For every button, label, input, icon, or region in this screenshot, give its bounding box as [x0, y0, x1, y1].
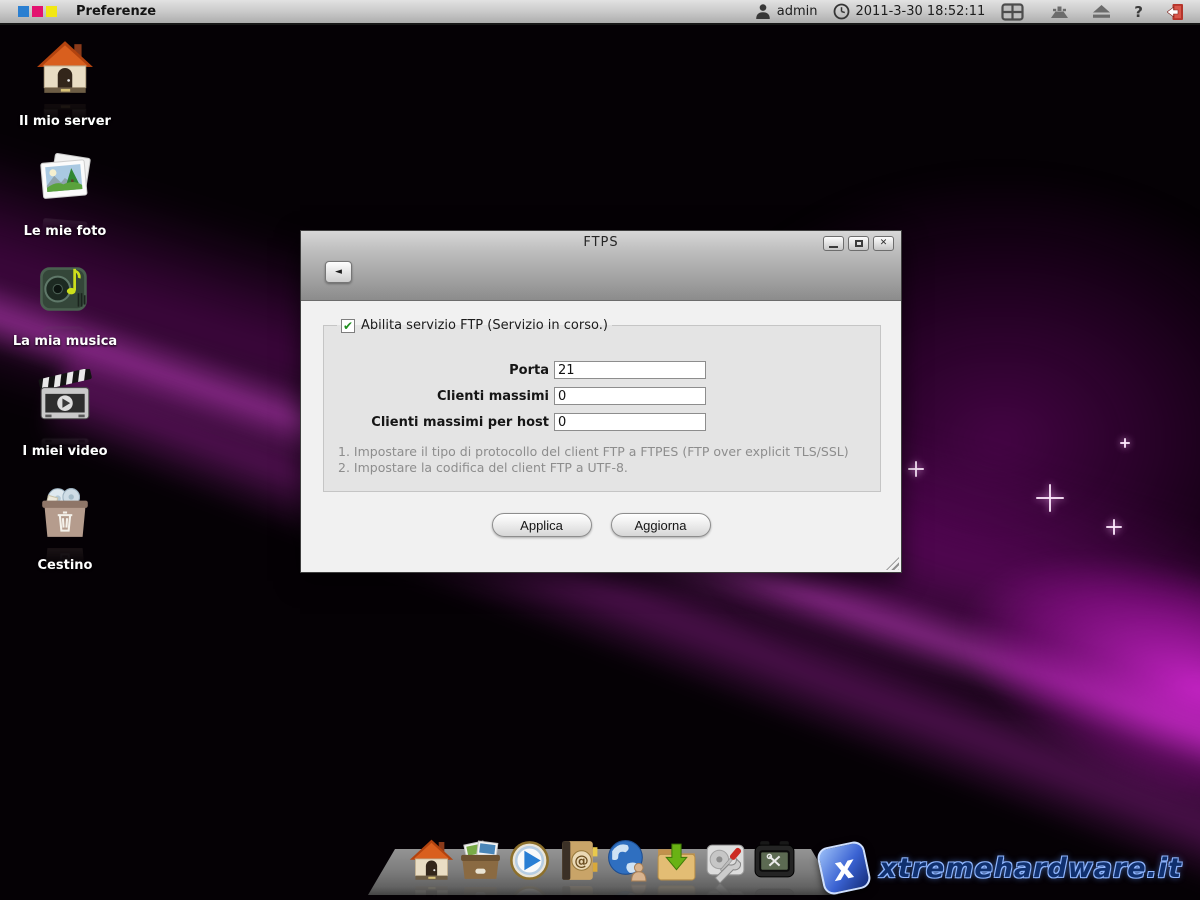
menu-preferenze[interactable]: Preferenze	[76, 4, 156, 19]
ftp-service-group: Abilita servizio FTP (Servizio in corso.…	[323, 318, 881, 492]
menubar: Preferenze admin 2011-3-30 18:52:11	[0, 0, 1200, 25]
dock-photo-box-icon[interactable]	[458, 838, 503, 883]
user-name: admin	[777, 4, 818, 19]
dock-device-console-icon[interactable]	[752, 838, 797, 883]
music-icon	[36, 258, 94, 318]
desktop-icon-foto[interactable]: Le mie foto	[5, 148, 125, 239]
clock-icon	[833, 3, 850, 20]
dock-media-player-icon[interactable]	[507, 838, 552, 883]
user-menu[interactable]: admin	[755, 3, 818, 20]
form-row: Porta	[324, 357, 880, 383]
dock-disk-tools-icon[interactable]	[703, 838, 748, 883]
star-sparkle	[908, 461, 924, 477]
desktop-icon-label: Il mio server	[5, 114, 125, 129]
window-body: Abilita servizio FTP (Servizio in corso.…	[301, 301, 901, 572]
clienti-massimi-host-label: Clienti massimi per host	[324, 415, 554, 430]
xtremehardware-logo-icon: x	[816, 840, 873, 897]
resize-handle[interactable]	[886, 557, 899, 570]
desktop-icon-video[interactable]: I miei video	[5, 368, 125, 459]
enable-ftp-label: Abilita servizio FTP (Servizio in corso.…	[361, 318, 608, 333]
porta-label: Porta	[324, 363, 554, 378]
close-button[interactable]: ✕	[873, 236, 894, 251]
desktop-icon-label: I miei video	[5, 444, 125, 459]
user-icon	[755, 3, 771, 20]
note-ftpes: 1. Impostare il tipo di protocollo del c…	[338, 444, 880, 460]
clienti-massimi-host-input[interactable]	[554, 413, 706, 431]
watermark-text: xtremehardware.it	[879, 853, 1182, 884]
desktop-icon-label: La mia musica	[5, 334, 125, 349]
star-sparkle	[1120, 438, 1130, 448]
photos-icon	[36, 148, 94, 208]
aggiorna-button[interactable]: Aggiorna	[611, 513, 711, 537]
ftps-window: FTPS ✕ ◄ Abilita servizio FTP (Servizio …	[300, 230, 902, 573]
datetime-text: 2011-3-30 18:52:11	[856, 4, 986, 19]
windows-icon[interactable]	[1001, 3, 1024, 21]
desktop: Preferenze admin 2011-3-30 18:52:11	[0, 0, 1200, 900]
window-titlebar[interactable]: FTPS ✕ ◄	[301, 231, 901, 301]
desktop-icon-label: Cestino	[5, 558, 125, 573]
form-row: Clienti massimi per host	[324, 409, 880, 435]
star-sparkle	[1106, 519, 1122, 535]
app-logo-icon	[18, 6, 57, 17]
back-button[interactable]: ◄	[325, 261, 352, 283]
enable-ftp-checkbox[interactable]	[341, 319, 355, 333]
desktop-icon-musica[interactable]: La mia musica	[5, 258, 125, 349]
trash-icon	[36, 482, 94, 542]
logout-icon[interactable]	[1167, 3, 1184, 21]
note-utf8: 2. Impostare la codifica del client FTP …	[338, 460, 880, 476]
dashboard-icon[interactable]	[1048, 4, 1071, 19]
videos-icon	[36, 368, 94, 428]
dock	[382, 838, 824, 883]
desktop-icon-cestino[interactable]: Cestino	[5, 482, 125, 573]
minimize-button[interactable]	[823, 236, 844, 251]
desktop-icon-mio-server[interactable]: Il mio server	[5, 38, 125, 129]
dock-download-folder-icon[interactable]	[654, 838, 699, 883]
watermark: x xtremehardware.it	[820, 844, 1182, 892]
porta-input[interactable]	[554, 361, 706, 379]
dock-home-icon[interactable]	[409, 838, 454, 883]
applica-button[interactable]: Applica	[492, 513, 592, 537]
form-row: Clienti massimi	[324, 383, 880, 409]
home-icon	[36, 38, 94, 98]
desktop-icon-label: Le mie foto	[5, 224, 125, 239]
clock-display: 2011-3-30 18:52:11	[833, 3, 986, 20]
maximize-button[interactable]	[848, 236, 869, 251]
help-icon[interactable]: ?	[1134, 3, 1143, 21]
star-sparkle	[1036, 484, 1064, 512]
window-title: FTPS	[301, 231, 901, 250]
dock-network-globe-icon[interactable]	[605, 838, 650, 883]
clienti-massimi-input[interactable]	[554, 387, 706, 405]
dock-address-book-icon[interactable]	[556, 838, 601, 883]
eject-icon[interactable]	[1093, 5, 1110, 19]
clienti-massimi-label: Clienti massimi	[324, 389, 554, 404]
